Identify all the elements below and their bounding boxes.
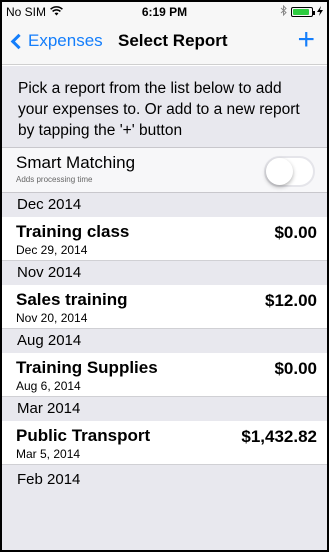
smart-matching-sublabel: Adds processing time bbox=[16, 175, 93, 184]
smart-matching-toggle[interactable] bbox=[264, 156, 315, 187]
section-header: Mar 2014 bbox=[2, 397, 327, 421]
report-name: Public Transport bbox=[16, 426, 151, 445]
report-name: Training class bbox=[16, 222, 130, 241]
report-name: Training Supplies bbox=[16, 358, 158, 377]
smart-matching-label: Smart Matching bbox=[16, 153, 136, 172]
battery-icon bbox=[291, 7, 315, 17]
instructions-text: Pick a report from the list below to add… bbox=[2, 66, 327, 148]
status-bar: No SIM 6:19 PM bbox=[2, 2, 327, 21]
section-header: Dec 2014 bbox=[2, 193, 327, 217]
report-row[interactable]: Training class Dec 29, 2014 $0.00 bbox=[2, 217, 327, 261]
bluetooth-icon bbox=[280, 4, 287, 19]
report-row[interactable]: Sales training Nov 20, 2014 $12.00 bbox=[2, 285, 327, 329]
phone-screen: No SIM 6:19 PM Expenses Select Report + … bbox=[0, 0, 329, 552]
report-date: Aug 6, 2014 bbox=[16, 379, 81, 393]
page-title: Select Report bbox=[118, 31, 228, 50]
report-amount: $1,432.82 bbox=[241, 427, 317, 446]
smart-matching-row: Smart Matching Adds processing time bbox=[2, 148, 327, 193]
toggle-knob bbox=[266, 158, 293, 185]
section-header: Nov 2014 bbox=[2, 261, 327, 285]
report-date: Nov 20, 2014 bbox=[16, 311, 88, 325]
report-row[interactable]: Public Transport Mar 5, 2014 $1,432.82 bbox=[2, 421, 327, 465]
empty-list-area bbox=[2, 495, 327, 550]
report-name: Sales training bbox=[16, 290, 128, 309]
report-date: Dec 29, 2014 bbox=[16, 243, 88, 257]
chevron-left-icon bbox=[10, 33, 27, 49]
status-right bbox=[280, 4, 323, 19]
status-time: 6:19 PM bbox=[141, 5, 188, 19]
report-date: Mar 5, 2014 bbox=[16, 447, 81, 461]
charging-icon bbox=[317, 5, 323, 19]
section-header: Feb 2014 bbox=[2, 465, 327, 495]
add-report-button[interactable]: + bbox=[297, 25, 315, 55]
report-amount: $12.00 bbox=[265, 291, 317, 310]
back-button-label: Expenses bbox=[28, 31, 103, 50]
report-amount: $0.00 bbox=[274, 223, 317, 242]
report-row[interactable]: Training Supplies Aug 6, 2014 $0.00 bbox=[2, 353, 327, 397]
navigation-bar: Expenses Select Report + bbox=[2, 21, 327, 65]
report-amount: $0.00 bbox=[274, 359, 317, 378]
back-button[interactable]: Expenses bbox=[10, 31, 103, 51]
section-header: Aug 2014 bbox=[2, 329, 327, 353]
